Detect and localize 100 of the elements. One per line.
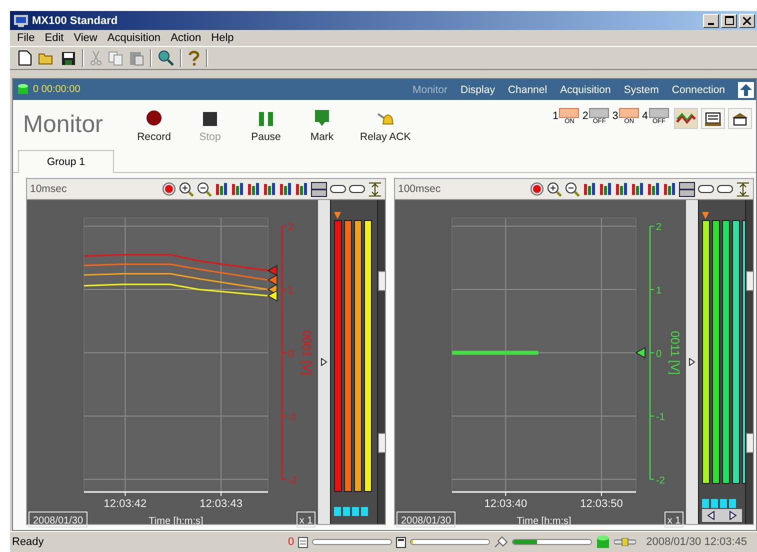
bars-icon[interactable] (279, 182, 292, 196)
memory-icon (396, 536, 406, 548)
pill-icon[interactable] (717, 184, 733, 194)
window-title: MX100 Standard (32, 14, 119, 26)
zoom-in-icon[interactable] (179, 182, 194, 196)
expand-icon[interactable] (321, 358, 327, 366)
page-icon (298, 536, 308, 548)
zoom-out-icon[interactable] (197, 182, 212, 196)
axis-tick-label: 1 (656, 286, 662, 296)
bars-icon[interactable] (295, 182, 308, 196)
status-text: Ready (12, 536, 45, 548)
zoom-out-icon[interactable] (565, 182, 580, 196)
axis-tick-label: -1 (288, 412, 297, 424)
bars-icon[interactable] (599, 182, 612, 196)
nav-link[interactable]: Acquisition (560, 84, 611, 96)
right-arrow-icon[interactable] (727, 510, 739, 521)
sampling-interval: 10msec (30, 183, 67, 195)
axis-tick-label: 0 (288, 348, 294, 360)
axis-tick-label: 2 (656, 222, 662, 234)
action-button[interactable]: Relay ACK (352, 107, 419, 143)
bars-icon[interactable] (247, 182, 260, 196)
channel-number: 3 (612, 110, 618, 122)
nav-link[interactable]: Display (460, 84, 495, 96)
record-icon (146, 110, 162, 126)
menu-item[interactable]: View (68, 32, 102, 44)
axis-tick-label: 2 (288, 222, 294, 234)
maximize-button[interactable] (721, 14, 737, 28)
split-icon[interactable] (679, 182, 695, 196)
cylinder-icon (596, 535, 610, 549)
record-icon[interactable] (530, 182, 544, 196)
connection-icon (614, 538, 636, 546)
action-button[interactable]: Pause (240, 107, 292, 143)
plug-icon (494, 536, 508, 548)
bars-icon[interactable] (615, 182, 628, 196)
minimize-icon (708, 22, 714, 24)
channel-number: 2 (582, 110, 588, 122)
fit-icon[interactable] (368, 182, 382, 196)
bars-icon[interactable] (663, 182, 676, 196)
date-time: 2008/01/30 12:03:45 (646, 536, 748, 548)
nav-link[interactable]: System (624, 84, 659, 96)
stop-icon (203, 112, 217, 126)
pill-icon[interactable] (330, 184, 346, 194)
flag-icon (315, 110, 329, 126)
menu-item[interactable]: Help (206, 32, 239, 44)
menu-item[interactable]: Acquisition (102, 32, 166, 44)
action-button[interactable]: Mark (296, 107, 348, 143)
up-arrow-icon[interactable] (738, 82, 754, 98)
date-label: 2008/01/30 (396, 512, 456, 528)
axis-tick-label: -2 (288, 475, 297, 486)
page-title: Monitor (23, 111, 104, 139)
zoom-in-icon[interactable] (547, 182, 562, 196)
date-label: 2008/01/30 (28, 512, 88, 528)
scroll-handle[interactable] (378, 271, 386, 291)
bars-icon[interactable] (215, 182, 228, 196)
expand-icon[interactable] (689, 358, 695, 366)
scroll-handle[interactable] (378, 433, 386, 453)
nav-link[interactable]: Connection (672, 84, 725, 96)
bars-icon[interactable] (647, 182, 660, 196)
axis-tick-label: -1 (656, 412, 665, 424)
pill-icon[interactable] (349, 184, 365, 194)
help-icon[interactable] (188, 50, 200, 66)
waveform-view-button[interactable] (674, 108, 698, 129)
close-button[interactable] (739, 14, 755, 28)
cylinder-icon (18, 84, 28, 95)
save-icon[interactable] (61, 50, 76, 66)
menu-item[interactable]: Action (166, 32, 206, 44)
zoom-factor: x 1 (296, 512, 316, 528)
bars-icon[interactable] (631, 182, 644, 196)
paste-icon[interactable] (129, 50, 144, 66)
axis-tick-label: 12:03:42 (104, 498, 147, 510)
sampling-interval: 100msec (398, 183, 441, 195)
group-tab[interactable]: Group 1 (18, 150, 114, 173)
elapsed-time: 0 00:00:00 (33, 84, 80, 95)
record-icon[interactable] (162, 182, 176, 196)
overview-button[interactable] (728, 108, 752, 129)
left-arrow-icon[interactable] (705, 510, 717, 521)
menu-item[interactable]: File (12, 32, 40, 44)
axis-tick-label: 12:03:50 (580, 498, 623, 510)
minimize-button[interactable] (703, 14, 719, 28)
bars-icon[interactable] (263, 182, 276, 196)
split-icon[interactable] (311, 182, 327, 196)
zoom-factor: x 1 (664, 512, 684, 528)
digital-view-button[interactable] (701, 108, 725, 129)
close-icon (743, 16, 751, 24)
bell-icon (376, 112, 394, 126)
action-button[interactable]: Record (128, 107, 180, 143)
new-file-icon[interactable] (18, 50, 32, 66)
nav-link[interactable]: Channel (508, 84, 548, 96)
axis-tick-label: 12:03:43 (200, 498, 242, 510)
fit-icon[interactable] (736, 182, 750, 196)
axis-title: 0011 [V] (668, 330, 682, 375)
search-icon[interactable] (158, 50, 174, 66)
menu-item[interactable]: Edit (40, 32, 69, 44)
channel-number: 1 (552, 110, 558, 122)
scroll-handle[interactable] (746, 433, 754, 453)
error-count: 0 (288, 536, 294, 548)
scroll-handle[interactable] (746, 271, 754, 291)
pill-icon[interactable] (698, 184, 714, 194)
bars-icon[interactable] (231, 182, 244, 196)
bars-icon[interactable] (583, 182, 596, 196)
